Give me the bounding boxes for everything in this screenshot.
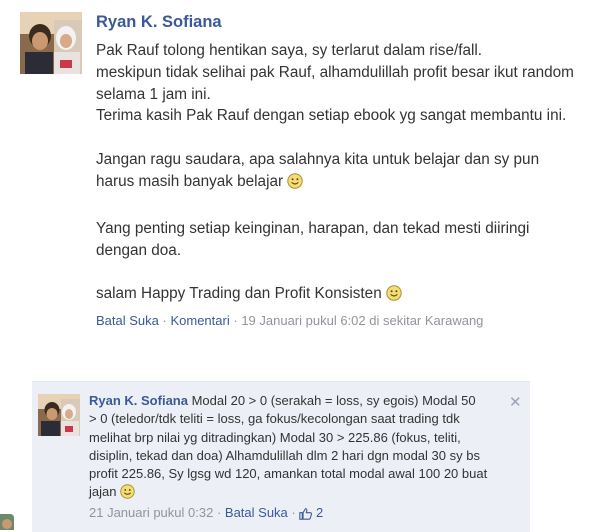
- smiley-icon: [386, 285, 402, 308]
- separator: ·: [291, 505, 296, 520]
- avatar-partial[interactable]: [0, 514, 14, 530]
- comment-body: Ryan K. Sofiana Modal 20 > 0 (serakah = …: [89, 392, 509, 505]
- separator: ·: [233, 313, 238, 328]
- comment-last-line: jajan: [89, 483, 509, 504]
- comment-meta: 21 Januari pukul 0:32 · Batal Suka · 2: [89, 505, 323, 523]
- author-avatar[interactable]: [20, 12, 82, 74]
- separator: ·: [162, 313, 167, 328]
- post-author-name[interactable]: Ryan K. Sofiana: [96, 13, 222, 32]
- post-line: Jangan ragu saudara, apa salahnya kita u…: [96, 151, 540, 169]
- comment-link[interactable]: Komentari: [170, 313, 229, 328]
- separator: ·: [216, 505, 222, 520]
- comment-line: Modal 20 > 0 (serakah = loss, sy egois) …: [191, 393, 476, 408]
- comment-line: disiplin, tekad dan doa) Alhamdulillah d…: [89, 447, 480, 463]
- comment-author-name[interactable]: Ryan K. Sofiana: [89, 393, 188, 408]
- comment-first-line: Ryan K. Sofiana Modal 20 > 0 (serakah = …: [89, 392, 509, 410]
- post-line-text: harus masih banyak belajar: [96, 172, 284, 190]
- post-line: salam Happy Trading dan Profit Konsisten: [96, 283, 611, 308]
- post-line: dengan doa.: [96, 241, 182, 259]
- post-line: Terima kasih Pak Rauf dengan setiap eboo…: [96, 107, 567, 125]
- like-count: 2: [316, 505, 324, 520]
- post-body: Pak Rauf tolong hentikan saya, sy terlar…: [96, 40, 611, 308]
- like-count-link[interactable]: 2: [299, 505, 323, 523]
- comment-line: jajan: [89, 484, 117, 500]
- smiley-icon: [287, 173, 304, 196]
- comment-line: melihat brp nilai yg ditradingkan) Modal…: [89, 429, 461, 445]
- comment-unlike-link[interactable]: Batal Suka: [225, 505, 288, 520]
- post-line: selama 1 jam ini.: [96, 85, 211, 103]
- comment-timestamp[interactable]: 21 Januari pukul 0:32: [89, 505, 213, 520]
- post-meta: Batal Suka · Komentari · 19 Januari puku…: [96, 313, 483, 328]
- comment-line: profit 225.86, Sy lgsg wd 120, amankan t…: [89, 466, 488, 482]
- smiley-icon: [120, 484, 135, 504]
- commenter-avatar[interactable]: [38, 394, 80, 436]
- post-line-text: salam Happy Trading dan Profit Konsisten: [96, 285, 382, 303]
- thumbs-up-icon: [299, 507, 313, 523]
- post-timestamp[interactable]: 19 Januari pukul 6:02 di sekitar Karawan…: [241, 313, 483, 328]
- close-icon[interactable]: ✕: [509, 393, 522, 411]
- post-line: meskipun tidak selihai pak Rauf, alhamdu…: [96, 63, 574, 81]
- post-line: Pak Rauf tolong hentikan saya, sy terlar…: [96, 42, 483, 59]
- comment-line: > 0 (teledor/tdk teliti = loss, ga fokus…: [89, 411, 460, 427]
- post-line: Yang penting setiap keinginan, harapan, …: [96, 219, 530, 237]
- unlike-link[interactable]: Batal Suka: [96, 313, 159, 328]
- post-line: harus masih banyak belajar: [96, 171, 611, 196]
